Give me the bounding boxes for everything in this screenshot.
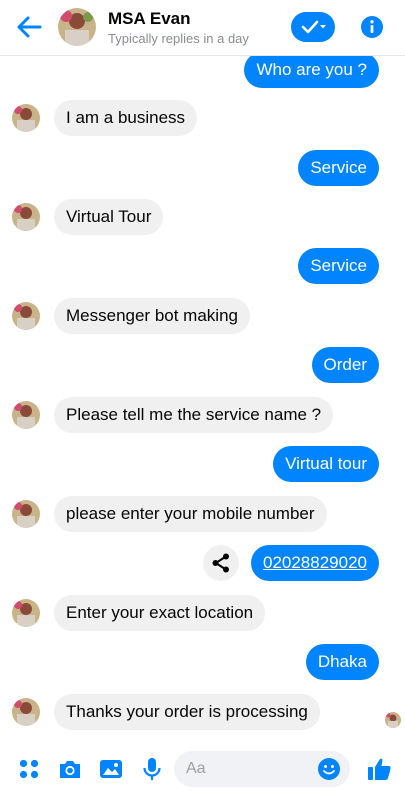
contact-avatar	[12, 500, 40, 528]
share-icon	[212, 553, 229, 573]
share-button[interactable]	[203, 545, 239, 581]
contact-avatar	[12, 698, 40, 726]
contact-avatar	[12, 104, 40, 132]
message-row: Who are you ?	[0, 50, 405, 90]
info-icon[interactable]	[360, 15, 384, 39]
message-row: please enter your mobile number	[0, 494, 405, 534]
phone-number-link[interactable]: 02028829020	[250, 545, 379, 581]
contact-avatar	[12, 302, 40, 330]
outgoing-message[interactable]: Who are you ?	[244, 52, 379, 88]
seen-indicator-avatar	[385, 712, 401, 728]
back-arrow-icon[interactable]	[14, 12, 44, 42]
contact-avatar	[12, 599, 40, 627]
message-row: Order	[0, 345, 405, 385]
contact-name: MSA Evan	[108, 9, 191, 28]
microphone-icon[interactable]	[139, 756, 165, 782]
thumbs-up-icon[interactable]	[365, 755, 393, 783]
contact-status: Typically replies in a day	[108, 31, 249, 46]
incoming-message[interactable]: Virtual Tour	[54, 199, 164, 235]
message-row: Thanks your order is processing	[0, 692, 405, 732]
message-input-wrapper	[174, 751, 350, 787]
message-row: Virtual Tour	[0, 197, 405, 237]
contact-avatar	[12, 203, 40, 231]
emoji-icon[interactable]	[317, 757, 341, 781]
camera-icon[interactable]	[57, 756, 83, 782]
incoming-message[interactable]: Messenger bot making	[54, 298, 250, 334]
outgoing-message[interactable]: Service	[298, 248, 379, 284]
outgoing-message[interactable]: Service	[298, 150, 379, 186]
message-row: Virtual tour	[0, 444, 405, 484]
message-input[interactable]	[186, 751, 316, 787]
chat-header: MSA Evan Typically replies in a day	[0, 0, 405, 56]
image-icon[interactable]	[98, 756, 124, 782]
message-composer	[0, 742, 405, 796]
message-row: Messenger bot making	[0, 296, 405, 336]
message-row: Service	[0, 148, 405, 188]
message-row: Service	[0, 246, 405, 286]
outgoing-message[interactable]: Virtual tour	[273, 446, 379, 482]
contact-avatar	[12, 401, 40, 429]
incoming-message[interactable]: please enter your mobile number	[54, 496, 327, 532]
incoming-message[interactable]: Please tell me the service name ?	[54, 397, 334, 433]
check-icon	[301, 20, 326, 34]
four-dots-icon[interactable]	[16, 756, 42, 782]
check-button[interactable]	[291, 12, 335, 42]
outgoing-message[interactable]: Order	[311, 347, 379, 383]
contact-avatar[interactable]	[58, 8, 96, 46]
message-row: Please tell me the service name ?	[0, 395, 405, 435]
message-row: I am a business	[0, 98, 405, 138]
message-row: 02028829020	[0, 543, 405, 583]
incoming-message[interactable]: Thanks your order is processing	[54, 694, 320, 730]
outgoing-message[interactable]: Dhaka	[305, 644, 379, 680]
message-row: Enter your exact location	[0, 593, 405, 633]
message-row: Dhaka	[0, 642, 405, 682]
incoming-message[interactable]: I am a business	[54, 100, 198, 136]
incoming-message[interactable]: Enter your exact location	[54, 595, 266, 631]
